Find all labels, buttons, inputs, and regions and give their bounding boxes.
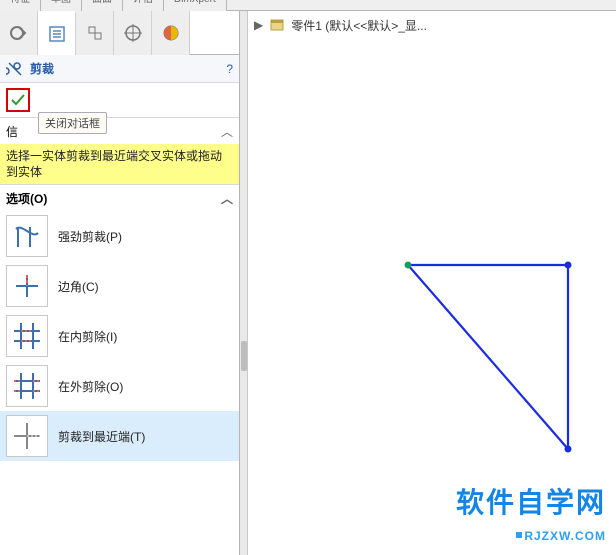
- option-label: 在外剪除(O): [58, 378, 123, 395]
- message-header[interactable]: 信 关闭对话框 ︿: [0, 118, 239, 144]
- option-label: 边角(C): [58, 278, 99, 295]
- document-name: 零件1 (默认<<默认>_显...: [291, 17, 427, 34]
- option-trim-nearest[interactable]: 剪裁到最近端(T): [0, 411, 239, 461]
- trim-nearest-icon: [6, 415, 48, 457]
- close-dialog-tooltip: 关闭对话框: [38, 112, 107, 134]
- top-tab-strip: 特征 草图 曲面 评估 DimXpert: [0, 0, 616, 11]
- manager-tab-strip: [0, 11, 239, 55]
- watermark-text: 软件自学网: [456, 481, 606, 521]
- splitter-handle-icon: [241, 341, 247, 371]
- part-icon: [269, 17, 285, 33]
- help-button[interactable]: ?: [226, 62, 233, 76]
- option-label: 在内剪除(I): [58, 328, 117, 345]
- property-manager-tab[interactable]: [38, 11, 76, 55]
- splitter[interactable]: [240, 11, 248, 555]
- option-power-trim[interactable]: 强劲剪裁(P): [0, 211, 239, 261]
- property-panel: 剪裁 ? 信 关闭对话框 ︿ 选择一实体剪裁到最近端交叉实体或拖动到实体 选项(…: [0, 11, 240, 555]
- top-tab[interactable]: DimXpert: [164, 0, 227, 11]
- trim-icon: [6, 60, 24, 78]
- expand-arrow-icon: ▶: [254, 18, 263, 32]
- option-label: 强劲剪裁(P): [58, 228, 122, 245]
- target-icon: [123, 23, 143, 43]
- top-tab[interactable]: 曲面: [82, 0, 123, 11]
- panel-title: 剪裁: [30, 60, 54, 77]
- top-tab[interactable]: 评估: [123, 0, 164, 11]
- graphics-area[interactable]: ▶ 零件1 (默认<<默认>_显... 软件自学网 RJZXW.COM: [248, 11, 616, 555]
- assembly-icon: [9, 23, 29, 43]
- options-header[interactable]: 选项(O) ︿: [0, 185, 239, 211]
- message-head-label: 信: [6, 123, 18, 140]
- trim-inside-icon: [6, 315, 48, 357]
- top-tab[interactable]: 草图: [41, 0, 82, 11]
- feature-manager-tab[interactable]: [0, 11, 38, 55]
- list-icon: [47, 24, 67, 44]
- trim-outside-icon: [6, 365, 48, 407]
- render-manager-tab[interactable]: [152, 11, 190, 55]
- hint-message: 选择一实体剪裁到最近端交叉实体或拖动到实体: [0, 144, 239, 184]
- config-manager-tab[interactable]: [76, 11, 114, 55]
- option-trim-inside[interactable]: 在内剪除(I): [0, 311, 239, 361]
- chevron-up-icon: ︿: [221, 123, 233, 140]
- panel-header: 剪裁 ?: [0, 55, 239, 83]
- chevron-up-icon: ︿: [221, 190, 233, 207]
- options-section: 选项(O) ︿ 强劲剪裁(P) 边角(C) 在内剪除(I) 在外剪除(O) 剪裁…: [0, 184, 239, 461]
- option-label: 剪裁到最近端(T): [58, 428, 145, 445]
- appearance-icon: [161, 23, 181, 43]
- options-title: 选项(O): [6, 190, 47, 207]
- watermark-url: RJZXW.COM: [514, 524, 606, 545]
- option-trim-outside[interactable]: 在外剪除(O): [0, 361, 239, 411]
- dimxpert-manager-tab[interactable]: [114, 11, 152, 55]
- option-corner[interactable]: 边角(C): [0, 261, 239, 311]
- top-tab[interactable]: 特征: [0, 0, 41, 11]
- feature-tree-flyout[interactable]: ▶ 零件1 (默认<<默认>_显...: [248, 11, 616, 39]
- confirm-row: [0, 83, 239, 117]
- sketch-triangle: [248, 39, 616, 539]
- message-section: 信 关闭对话框 ︿ 选择一实体剪裁到最近端交叉实体或拖动到实体: [0, 117, 239, 184]
- corner-icon: [6, 265, 48, 307]
- power-trim-icon: [6, 215, 48, 257]
- config-icon: [85, 23, 105, 43]
- check-icon: [10, 92, 26, 108]
- ok-button[interactable]: [6, 88, 30, 112]
